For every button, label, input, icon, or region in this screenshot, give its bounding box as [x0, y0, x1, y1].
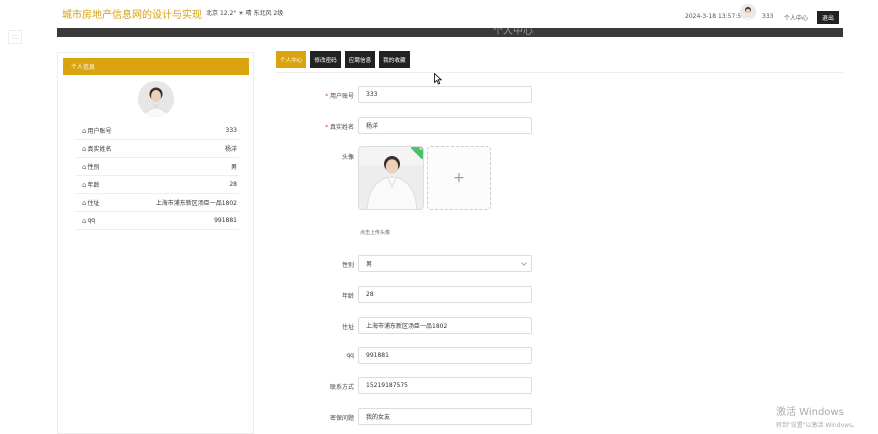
home-icon: ⌂ — [82, 198, 87, 207]
weather-level: 2级 — [273, 10, 284, 17]
info-row-qq: ⌂ qq 991881 — [75, 212, 239, 230]
header-username: 333 — [762, 13, 774, 20]
realname-input[interactable]: 杨洋 — [358, 117, 532, 134]
account-label: * 用户账号 — [294, 91, 354, 100]
realname-label-text: 真实姓名 — [329, 124, 354, 131]
card-title: 个人信息 — [63, 58, 249, 75]
profile-card: 个人信息 ⌂ 用户账号 333 ⌂ 真实姓名 杨洋 ⌂ 性别 男 ⌂ 年龄 28 ⌂ 住址 — [57, 52, 254, 434]
info-value: 杨洋 — [224, 146, 237, 153]
info-row-account: ⌂ 用户账号 333 — [75, 122, 239, 140]
home-icon: ⌂ — [82, 216, 87, 225]
info-value: 333 — [225, 127, 237, 134]
tabs-divider — [276, 72, 843, 73]
sun-icon: ☀ — [238, 10, 244, 17]
address-input[interactable]: 上海市浦东新区汤臣一品1802 — [358, 317, 532, 334]
info-row-gender: ⌂ 性别 男 — [75, 158, 239, 176]
watermark-line1: 激活 Windows — [776, 407, 844, 418]
info-value: 男 — [230, 164, 237, 171]
info-row-age: ⌂ 年龄 28 — [75, 176, 239, 194]
weather-widget: 北京 12.2° ☀ 晴 东北风 2级 — [206, 8, 283, 17]
weather-condition: 晴 — [245, 10, 252, 17]
home-icon: ⌂ — [82, 162, 87, 171]
avatar-upload-preview[interactable] — [358, 146, 424, 210]
account-label-text: 用户账号 — [329, 93, 354, 100]
phone-label: 联系方式 — [329, 384, 354, 391]
tab-profile[interactable]: 个人中心 — [276, 51, 307, 68]
profile-info-list: ⌂ 用户账号 333 ⌂ 真实姓名 杨洋 ⌂ 性别 男 ⌂ 年龄 28 ⌂ 住址 上海市浦… — [75, 122, 239, 230]
page-banner: 个人中心 — [57, 28, 843, 37]
info-value: 991881 — [214, 217, 237, 224]
info-label: 住址 — [87, 200, 100, 207]
age-label: 年龄 — [341, 293, 354, 300]
info-label: 性别 — [87, 164, 100, 171]
gender-select[interactable]: 男 — [358, 255, 532, 272]
watermark-line2: 转到"设置"以激活 Windows。 — [776, 422, 859, 429]
avatar-image — [138, 81, 174, 117]
home-icon: ⌂ — [82, 144, 87, 153]
profile-link[interactable]: 个人中心 — [784, 13, 808, 22]
qq-label: qq — [346, 352, 354, 359]
top-header: 城市房地产信息网的设计与实现 北京 12.2° ☀ 晴 东北风 2级 2024-… — [0, 0, 878, 28]
home-icon: ⌂ — [82, 126, 87, 135]
menu-icon[interactable] — [8, 30, 22, 44]
mouse-cursor-icon — [434, 73, 442, 85]
tab-applications[interactable]: 应聘信息 — [344, 51, 376, 68]
weather-wind: 东北风 — [253, 10, 272, 17]
avatar-image — [740, 4, 756, 20]
profile-tabs: 个人中心 修改密码 应聘信息 我的收藏 — [276, 51, 410, 68]
security-question-label: 密保问题 — [329, 415, 354, 422]
account-input[interactable]: 333 — [358, 86, 532, 103]
current-datetime: 2024-3-18 13:57:56 — [685, 13, 745, 20]
avatar-upload-button[interactable]: + — [427, 146, 491, 210]
plus-icon: + — [453, 170, 465, 186]
address-label: 住址 — [341, 324, 354, 331]
home-icon: ⌂ — [82, 180, 87, 189]
phone-input[interactable]: 15219187575 — [358, 377, 532, 394]
gender-selected-value: 男 — [366, 261, 373, 268]
tab-favorites[interactable]: 我的收藏 — [379, 51, 410, 68]
chevron-down-icon — [521, 260, 527, 266]
qq-input[interactable]: 991881 — [358, 347, 532, 364]
info-label: 用户账号 — [87, 128, 112, 135]
avatar-preview-image — [359, 147, 423, 209]
tab-change-password[interactable]: 修改密码 — [310, 51, 341, 68]
info-value: 28 — [229, 181, 237, 188]
info-label: qq — [87, 217, 96, 224]
banner-title: 个人中心 — [493, 28, 533, 37]
upload-tip: 点击上传头像 — [360, 230, 391, 236]
logout-button[interactable]: 退出 — [817, 11, 839, 24]
avatar-label: 头像 — [341, 154, 354, 161]
profile-avatar — [138, 81, 174, 117]
age-input[interactable]: 28 — [358, 286, 532, 303]
info-row-realname: ⌂ 真实姓名 杨洋 — [75, 140, 239, 158]
info-label: 真实姓名 — [87, 146, 112, 153]
user-avatar[interactable] — [740, 4, 756, 20]
security-question-input[interactable]: 我的女友 — [358, 408, 532, 425]
windows-activation-watermark: 激活 Windows 转到"设置"以激活 Windows。 — [776, 403, 858, 429]
info-value: 上海市浦东新区汤臣一品1802 — [155, 200, 237, 207]
realname-label: * 真实姓名 — [294, 122, 354, 131]
weather-temp: 12.2° — [219, 10, 237, 17]
weather-city: 北京 — [206, 10, 219, 17]
site-title[interactable]: 城市房地产信息网的设计与实现 — [62, 6, 202, 21]
gender-label: 性别 — [341, 262, 354, 269]
info-row-address: ⌂ 住址 上海市浦东新区汤臣一品1802 — [75, 194, 239, 212]
info-label: 年龄 — [87, 182, 100, 189]
